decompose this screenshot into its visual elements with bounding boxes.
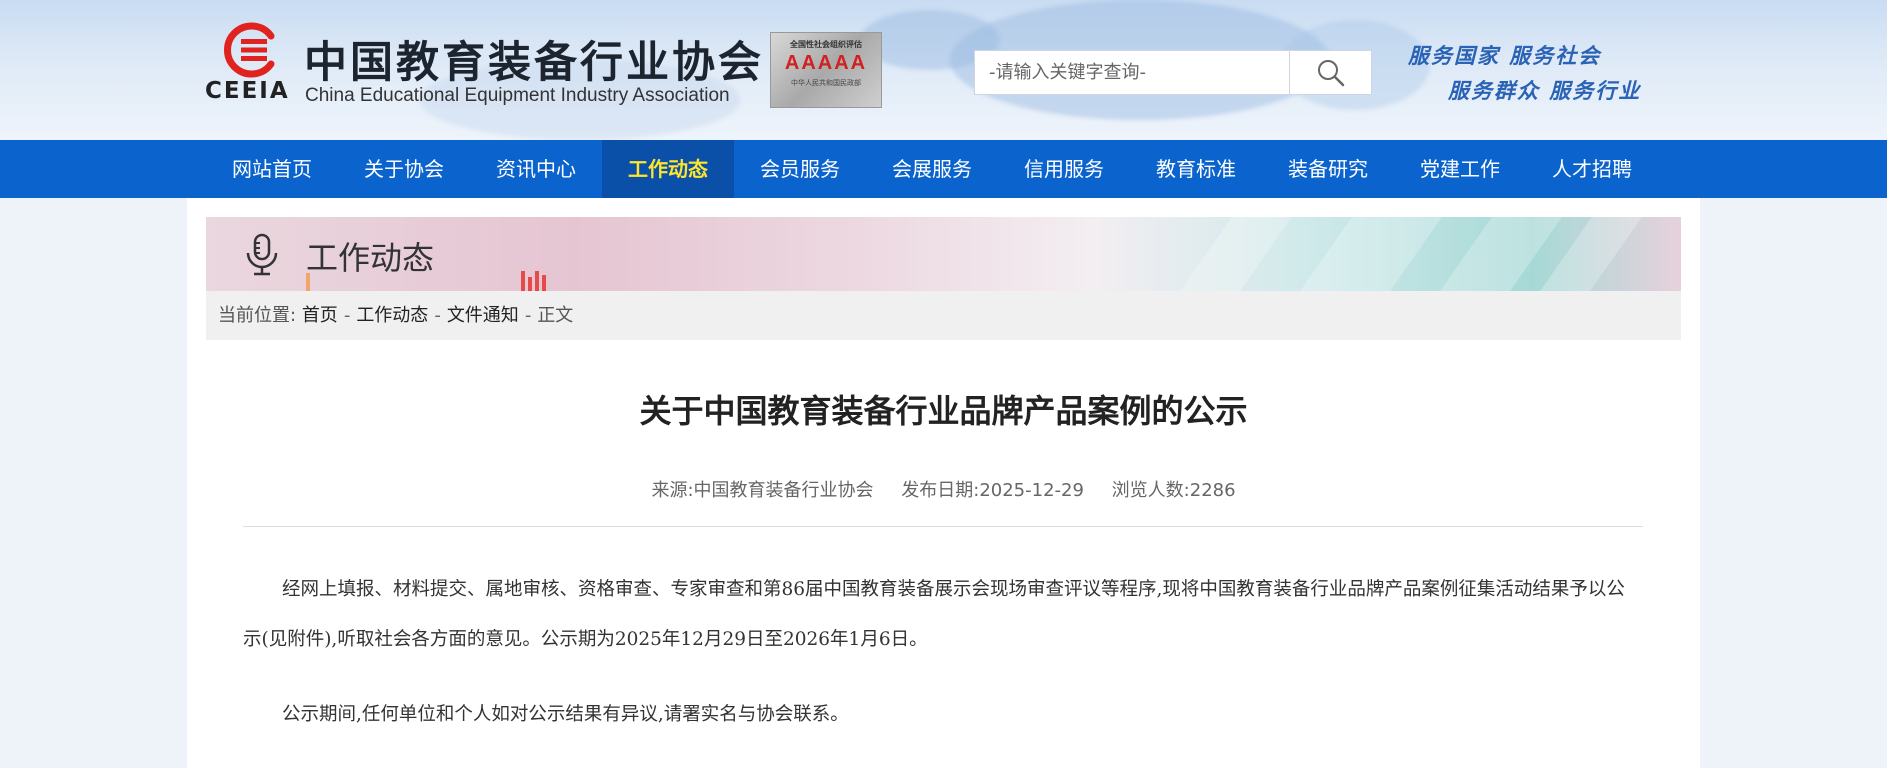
breadcrumb-home-link[interactable]: 首页 bbox=[302, 305, 338, 326]
banner-decoration bbox=[542, 275, 546, 291]
main-content: 工作动态 当前位置: 首页 - 工作动态 - 文件通知 - 正文 关于中国教育装备行业品牌产… bbox=[187, 198, 1700, 768]
microphone-icon bbox=[246, 233, 278, 276]
divider bbox=[243, 526, 1643, 527]
search-icon bbox=[1317, 59, 1344, 86]
nav-item-work-updates[interactable]: 工作动态 bbox=[602, 140, 734, 198]
nav-item-credit-services[interactable]: 信用服务 bbox=[998, 140, 1130, 198]
breadcrumb-separator: - bbox=[524, 305, 532, 326]
article-source: 来源:中国教育装备行业协会 bbox=[651, 480, 874, 501]
logo-text: CEEIA bbox=[205, 78, 290, 104]
breadcrumb: 当前位置: 首页 - 工作动态 - 文件通知 - 正文 bbox=[206, 291, 1681, 340]
nav-item-news[interactable]: 资讯中心 bbox=[470, 140, 602, 198]
site-title-cn: 中国教育装备行业协会 bbox=[304, 38, 764, 88]
article-date: 发布日期:2025-12-29 bbox=[901, 480, 1084, 501]
article-meta: 来源:中国教育装备行业协会 发布日期:2025-12-29 浏览人数:2286 bbox=[187, 476, 1700, 502]
nav-item-member-services[interactable]: 会员服务 bbox=[734, 140, 866, 198]
article-views: 浏览人数:2286 bbox=[1111, 480, 1236, 501]
badge-bottom-text: 中华人民共和国民政部 bbox=[791, 79, 861, 87]
nav-item-recruitment[interactable]: 人才招聘 bbox=[1526, 140, 1658, 198]
nav-item-party-building[interactable]: 党建工作 bbox=[1394, 140, 1526, 198]
article-paragraph: 公示期间,任何单位和个人如对公示结果有异议,请署实名与协会联系。 bbox=[282, 704, 849, 725]
section-title: 工作动态 bbox=[306, 239, 435, 277]
slogan-line-1: 服务国家 服务社会 bbox=[1408, 43, 1602, 68]
badge-top-text: 全国性社会组织评估 bbox=[790, 40, 862, 49]
search-button[interactable] bbox=[1289, 51, 1371, 94]
article-title: 关于中国教育装备行业品牌产品案例的公示 bbox=[639, 392, 1248, 430]
site-header: CEEIA 中国教育装备行业协会 China Educational Equip… bbox=[0, 0, 1887, 140]
ceeia-logo-icon bbox=[224, 22, 275, 78]
nav-item-about[interactable]: 关于协会 bbox=[338, 140, 470, 198]
banner-decoration bbox=[535, 271, 539, 291]
nav-item-home[interactable]: 网站首页 bbox=[206, 140, 338, 198]
aaaaa-rating-badge: 全国性社会组织评估 AAAAA 中华人民共和国民政部 bbox=[770, 32, 882, 108]
breadcrumb-section-link[interactable]: 工作动态 bbox=[356, 305, 428, 326]
article-paragraph: 经网上填报、材料提交、属地审核、资格审查、专家审查和第86届中国教育装备展示会现… bbox=[243, 579, 1625, 650]
breadcrumb-current: 正文 bbox=[537, 305, 574, 326]
badge-grade: AAAAA bbox=[784, 52, 868, 74]
nav-item-equipment-research[interactable]: 装备研究 bbox=[1262, 140, 1394, 198]
banner-decoration bbox=[1540, 217, 1642, 291]
section-banner: 工作动态 bbox=[206, 217, 1681, 291]
banner-decoration bbox=[528, 277, 532, 291]
site-title-en: China Educational Equipment Industry Ass… bbox=[305, 85, 730, 106]
main-nav: 网站首页 关于协会 资讯中心 工作动态 会员服务 会展服务 信用服务 教育标准 … bbox=[0, 140, 1887, 198]
breadcrumb-subsection-link[interactable]: 文件通知 bbox=[447, 305, 519, 326]
nav-item-education-standards[interactable]: 教育标准 bbox=[1130, 140, 1262, 198]
ceeia-logo[interactable]: CEEIA bbox=[205, 22, 295, 108]
breadcrumb-separator: - bbox=[343, 305, 351, 326]
banner-decoration bbox=[1180, 217, 1292, 291]
breadcrumb-separator: - bbox=[434, 305, 441, 326]
breadcrumb-prefix: 当前位置: bbox=[218, 305, 297, 326]
search-box bbox=[974, 50, 1372, 95]
slogan-line-2: 服务群众 服务行业 bbox=[1448, 78, 1642, 103]
search-input[interactable] bbox=[975, 51, 1289, 94]
banner-decoration bbox=[1300, 217, 1442, 291]
banner-decoration bbox=[521, 271, 525, 291]
banner-decoration bbox=[1440, 217, 1562, 291]
nav-item-exhibition-services[interactable]: 会展服务 bbox=[866, 140, 998, 198]
